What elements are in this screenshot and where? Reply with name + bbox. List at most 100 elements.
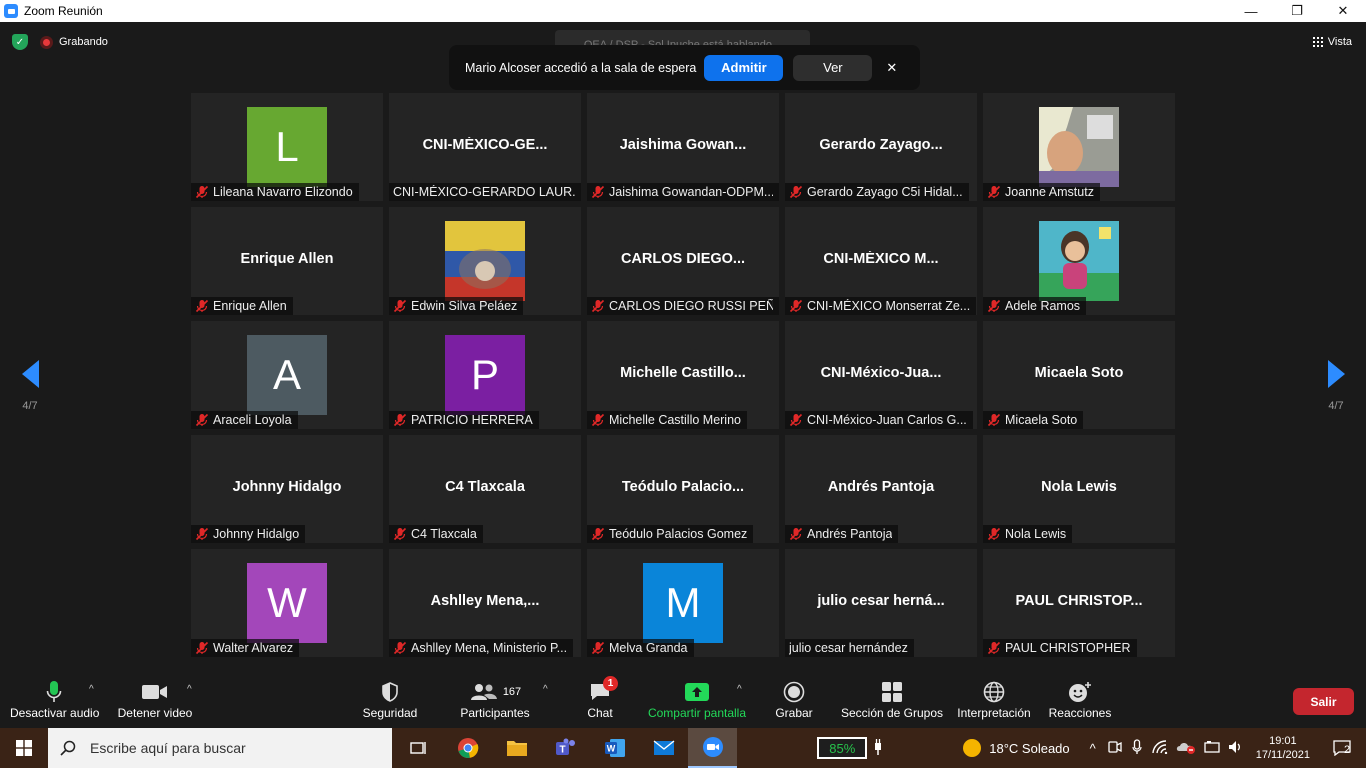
participants-button[interactable]: 167 Participantes (458, 678, 532, 720)
minimize-button[interactable]: — (1228, 0, 1274, 22)
audio-options-caret-icon[interactable]: ^ (89, 684, 94, 695)
participant-tile[interactable]: C4 Tlaxcala C4 Tlaxcala (389, 435, 581, 543)
share-screen-button[interactable]: Compartir pantalla (646, 678, 748, 720)
task-view-icon[interactable] (394, 728, 443, 768)
microphone-tray-icon[interactable] (1132, 738, 1142, 758)
participant-name: Teódulo Palacios Gomez (609, 527, 748, 541)
record-icon (772, 678, 816, 706)
mute-audio-button[interactable]: Desactivar audio (10, 678, 99, 720)
participant-tile[interactable]: Michelle Castillo... Michelle Castillo Me… (587, 321, 779, 429)
next-page-button[interactable]: 4/7 (1306, 360, 1366, 412)
participant-tile[interactable]: PAUL CHRISTOP... PAUL CHRISTOPHER (983, 549, 1175, 657)
teams-icon[interactable]: T (541, 728, 590, 768)
participant-name-label: Adele Ramos (983, 297, 1087, 315)
close-notification-icon[interactable]: ✕ (886, 60, 897, 76)
participant-name: Lileana Navarro Elizondo (213, 185, 353, 199)
word-icon[interactable]: W (590, 728, 639, 768)
participant-tile[interactable]: Micaela Soto Micaela Soto (983, 321, 1175, 429)
participant-display-name: Michelle Castillo... (620, 365, 746, 381)
breakout-rooms-button[interactable]: Sección de Grupos (840, 678, 944, 720)
wifi-icon[interactable] (1152, 739, 1168, 757)
participant-tile[interactable]: Gerardo Zayago... Gerardo Zayago C5i Hida… (785, 93, 977, 201)
zoom-taskbar-icon[interactable] (688, 728, 737, 768)
participant-tile[interactable]: Adele Ramos (983, 207, 1175, 315)
participant-name: Gerardo Zayago C5i Hidal... (807, 185, 963, 199)
participant-name: Adele Ramos (1005, 299, 1081, 313)
participant-tile[interactable]: CNI-MÉXICO M... CNI-MÉXICO Monserrat Ze..… (785, 207, 977, 315)
participant-tile[interactable]: Andrés Pantoja Andrés Pantoja (785, 435, 977, 543)
interpretation-button[interactable]: Interpretación (954, 678, 1034, 720)
muted-microphone-icon (195, 527, 209, 541)
chat-button[interactable]: 1 Chat (580, 676, 620, 720)
chrome-icon[interactable] (443, 728, 492, 768)
participant-tile[interactable]: CNI-MÉXICO-GE... CNI-MÉXICO-GERARDO LAUR.… (389, 93, 581, 201)
maximize-button[interactable]: ❐ (1274, 0, 1320, 22)
meet-now-icon[interactable] (1108, 739, 1122, 758)
muted-microphone-icon (393, 641, 407, 655)
share-options-caret-icon[interactable]: ^ (737, 684, 742, 695)
system-tray: 85% 18°C Soleado ^ 19:01 17/11/2021 2 (817, 728, 1366, 768)
taskbar-search-box[interactable]: Escribe aquí para buscar (48, 728, 392, 768)
close-window-button[interactable]: ✕ (1320, 0, 1366, 22)
weather-label[interactable]: 18°C Soleado (989, 741, 1069, 756)
participant-name: Nola Lewis (1005, 527, 1067, 541)
participant-tile[interactable]: Edwin Silva Peláez (389, 207, 581, 315)
participant-tile[interactable]: L Lileana Navarro Elizondo (191, 93, 383, 201)
admit-button[interactable]: Admitir (704, 54, 784, 81)
participant-tile[interactable]: Enrique Allen Enrique Allen (191, 207, 383, 315)
participant-tile[interactable]: W Walter Alvarez (191, 549, 383, 657)
page-indicator-right: 4/7 (1328, 400, 1344, 412)
participant-tile[interactable]: Ashlley Mena,... Ashlley Mena, Ministerio… (389, 549, 581, 657)
participant-tile[interactable]: CARLOS DIEGO... CARLOS DIEGO RUSSI PEÑA (587, 207, 779, 315)
show-hidden-icons-icon[interactable]: ^ (1090, 741, 1096, 756)
windows-taskbar: Escribe aquí para buscar T W 85% 18°C So… (0, 728, 1366, 768)
participant-display-name: Enrique Allen (240, 251, 334, 267)
video-options-caret-icon[interactable]: ^ (187, 684, 192, 695)
hardware-tray-icon[interactable] (1204, 740, 1220, 757)
participant-name: Michelle Castillo Merino (609, 413, 741, 427)
notifications-icon[interactable]: 2 (1318, 728, 1366, 768)
onedrive-icon[interactable] (1176, 740, 1196, 757)
meeting-toolbar: Desactivar audio ^ Detener video ^ Segur… (0, 670, 1366, 728)
muted-microphone-icon (195, 299, 209, 313)
volume-icon[interactable] (1228, 740, 1244, 757)
leave-meeting-button[interactable]: Salir (1293, 688, 1354, 715)
window-title: Zoom Reunión (24, 4, 103, 18)
chat-icon: 1 (580, 676, 620, 706)
participant-avatar: A (247, 335, 327, 415)
file-explorer-icon[interactable] (492, 728, 541, 768)
muted-microphone-icon (789, 527, 803, 541)
participant-name-label: Araceli Loyola (191, 411, 298, 429)
previous-page-button[interactable]: 4/7 (0, 360, 60, 412)
participant-tile[interactable]: julio cesar herná... julio cesar hernánde… (785, 549, 977, 657)
participant-name-label: Lileana Navarro Elizondo (191, 183, 359, 201)
participant-tile[interactable]: P PATRICIO HERRERA (389, 321, 581, 429)
participant-tile[interactable]: A Araceli Loyola (191, 321, 383, 429)
muted-microphone-icon (987, 185, 1001, 199)
windows-start-icon[interactable] (0, 728, 48, 768)
participant-tile[interactable]: Joanne Amstutz (983, 93, 1175, 201)
participant-tile[interactable]: M Melva Granda (587, 549, 779, 657)
participant-tile[interactable]: Johnny Hidalgo Johnny Hidalgo (191, 435, 383, 543)
participant-tile[interactable]: Nola Lewis Nola Lewis (983, 435, 1175, 543)
mail-icon[interactable] (639, 728, 688, 768)
recording-indicator[interactable]: Grabando (40, 35, 108, 49)
view-button[interactable]: Vista (1312, 36, 1352, 48)
reactions-button[interactable]: Reacciones (1048, 678, 1112, 720)
participant-tile[interactable]: Teódulo Palacio... Teódulo Palacios Gomez (587, 435, 779, 543)
participant-tile[interactable]: Jaishima Gowan... Jaishima Gowandan-ODPM.… (587, 93, 779, 201)
taskbar-clock[interactable]: 19:01 17/11/2021 (1256, 734, 1310, 762)
stop-video-button[interactable]: Detener video (116, 678, 194, 720)
participant-display-name: C4 Tlaxcala (445, 479, 525, 495)
security-shield-icon (360, 678, 420, 706)
participant-tile[interactable]: CNI-México-Jua... CNI-México-Juan Carlos … (785, 321, 977, 429)
security-button[interactable]: Seguridad (360, 678, 420, 720)
participants-count: 167 (502, 686, 522, 698)
view-waiting-room-button[interactable]: Ver (793, 54, 873, 81)
participant-display-name: julio cesar herná... (817, 593, 945, 609)
encryption-shield-icon[interactable]: ✓ (12, 34, 28, 50)
participants-options-caret-icon[interactable]: ^ (543, 684, 548, 695)
battery-indicator[interactable]: 85% (817, 737, 868, 759)
participant-name: julio cesar hernández (789, 641, 908, 655)
record-button[interactable]: Grabar (772, 678, 816, 720)
